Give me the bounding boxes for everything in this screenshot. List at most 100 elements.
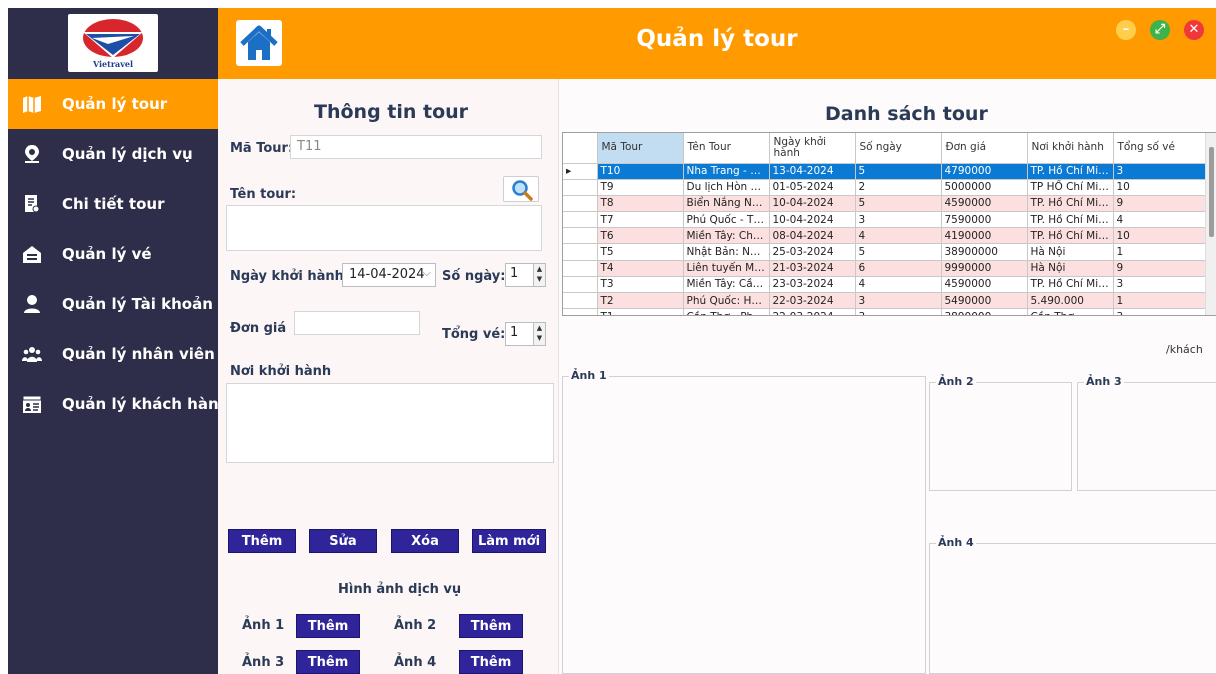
table-row[interactable]: T2Phú Quốc: Hòn T...22-03-2024354900005.…: [563, 292, 1206, 310]
don-gia-input[interactable]: [294, 311, 420, 335]
table-row[interactable]: T7Phú Quốc - Thiê...10-04-202437590000TP…: [563, 211, 1206, 229]
table-cell[interactable]: T5: [597, 243, 684, 261]
table-cell[interactable]: T3: [597, 276, 684, 294]
table-cell[interactable]: Miền Tây: Châu ...: [683, 227, 770, 245]
sidebar-item-chi-tiet-tour[interactable]: Chi tiết tour: [8, 179, 218, 229]
table-cell[interactable]: Biển Nắng Nha ...: [683, 195, 770, 213]
table-cell[interactable]: 4790000: [941, 163, 1028, 180]
column-header-ten-tour[interactable]: Tên Tour: [683, 133, 770, 164]
tour-table[interactable]: Mã Tour Tên Tour Ngày khởi hành Số ngày …: [562, 132, 1216, 316]
table-cell[interactable]: Liên tuyến Miền ...: [683, 260, 770, 277]
table-cell[interactable]: TP. Hồ Chí Minh: [1027, 163, 1114, 180]
column-header-noi-khoi-hanh[interactable]: Nơi khởi hành: [1027, 133, 1114, 164]
table-cell[interactable]: TP HỒ Chí Minh: [1027, 179, 1114, 196]
column-header-ma-tour[interactable]: Mã Tour: [597, 133, 684, 164]
table-cell[interactable]: 5: [855, 163, 942, 180]
table-cell[interactable]: 5490000: [941, 292, 1028, 310]
table-cell[interactable]: Phú Quốc - Thiê...: [683, 211, 770, 229]
table-cell[interactable]: Cần Thơ - Phú Q...: [683, 308, 770, 315]
ten-tour-input[interactable]: [226, 205, 542, 251]
add-image-4-button[interactable]: Thêm: [459, 650, 523, 674]
column-header-don-gia[interactable]: Đơn giá: [941, 133, 1028, 164]
table-cell[interactable]: 10-04-2024: [769, 195, 856, 213]
table-cell[interactable]: 2: [855, 179, 942, 196]
search-button[interactable]: [503, 176, 539, 202]
ngay-khoi-hanh-datepicker[interactable]: 14-04-2024 ⌵: [342, 263, 436, 287]
row-header[interactable]: [563, 195, 598, 213]
table-cell[interactable]: 5.490.000: [1027, 292, 1114, 310]
add-image-3-button[interactable]: Thêm: [296, 650, 360, 674]
add-image-2-button[interactable]: Thêm: [459, 614, 523, 638]
table-cell[interactable]: 10: [1113, 179, 1206, 196]
table-cell[interactable]: 9: [1113, 260, 1206, 277]
maximize-button[interactable]: ⤢: [1150, 20, 1170, 40]
table-row[interactable]: T5Nhật Bản: Nago...25-03-2024538900000Hà…: [563, 243, 1206, 261]
table-cell[interactable]: T6: [597, 227, 684, 245]
row-header[interactable]: [563, 243, 598, 261]
sidebar-item-quan-ly-tour[interactable]: Quản lý tour: [8, 79, 218, 129]
edit-button[interactable]: Sửa: [309, 529, 377, 553]
table-row[interactable]: T3Miền Tây: Cần Th...23-03-202444590000T…: [563, 276, 1206, 294]
row-header[interactable]: [563, 308, 598, 315]
noi-khoi-hanh-input[interactable]: [226, 383, 554, 463]
table-cell[interactable]: T2: [597, 292, 684, 310]
table-cell[interactable]: TP. Hồ Chí Minh: [1027, 227, 1114, 245]
table-cell[interactable]: 5: [855, 195, 942, 213]
refresh-button[interactable]: Làm mới: [472, 529, 546, 553]
delete-button[interactable]: Xóa: [391, 529, 459, 553]
column-header-so-ngay[interactable]: Số ngày: [855, 133, 942, 164]
table-cell[interactable]: TP. Hồ Chí Minh: [1027, 211, 1114, 229]
tong-ve-stepper[interactable]: 1 ▲ ▼: [505, 322, 546, 346]
row-header[interactable]: [563, 292, 598, 310]
row-header[interactable]: [563, 227, 598, 245]
table-cell[interactable]: 4: [855, 276, 942, 294]
table-cell[interactable]: 13-04-2024: [769, 163, 856, 180]
table-cell[interactable]: 4590000: [941, 195, 1028, 213]
table-cell[interactable]: 3890000: [941, 308, 1028, 315]
table-cell[interactable]: 9: [1113, 195, 1206, 213]
sidebar-item-quan-ly-nhan-vien[interactable]: Quản lý nhân viên: [8, 329, 218, 379]
table-cell[interactable]: 3: [1113, 276, 1206, 294]
table-cell[interactable]: 4: [1113, 211, 1206, 229]
table-cell[interactable]: 38900000: [941, 243, 1028, 261]
table-row[interactable]: T4Liên tuyến Miền ...21-03-202469990000H…: [563, 260, 1206, 277]
minimize-button[interactable]: –: [1116, 20, 1136, 40]
table-row[interactable]: T8Biển Nắng Nha ...10-04-202454590000TP.…: [563, 195, 1206, 213]
table-cell[interactable]: Phú Quốc: Hòn T...: [683, 292, 770, 310]
table-cell[interactable]: 5: [855, 243, 942, 261]
column-header-ngay-khoi-hanh[interactable]: Ngày khởi hành: [769, 133, 856, 164]
table-cell[interactable]: Hà Nội: [1027, 243, 1114, 261]
table-cell[interactable]: 9990000: [941, 260, 1028, 277]
row-header[interactable]: [563, 179, 598, 196]
table-cell[interactable]: Miền Tây: Cần Th...: [683, 276, 770, 294]
table-cell[interactable]: 3: [855, 211, 942, 229]
table-cell[interactable]: 6: [855, 260, 942, 277]
table-cell[interactable]: T10: [597, 163, 684, 180]
table-cell[interactable]: 3: [1113, 163, 1206, 180]
table-cell[interactable]: 4590000: [941, 276, 1028, 294]
table-cell[interactable]: T8: [597, 195, 684, 213]
table-row[interactable]: T6Miền Tây: Châu ...08-04-202444190000TP…: [563, 227, 1206, 245]
ma-tour-input[interactable]: T11: [290, 135, 542, 159]
column-header-tong-so-ve[interactable]: Tổng số vé: [1113, 133, 1206, 164]
table-cell[interactable]: 25-03-2024: [769, 243, 856, 261]
table-cell[interactable]: 1: [1113, 243, 1206, 261]
add-image-1-button[interactable]: Thêm: [296, 614, 360, 638]
table-cell[interactable]: 4190000: [941, 227, 1028, 245]
close-button[interactable]: ✕: [1184, 20, 1204, 40]
row-header[interactable]: [563, 276, 598, 294]
sidebar-item-quan-ly-dich-vu[interactable]: Quản lý dịch vụ: [8, 129, 218, 179]
table-cell[interactable]: TP. Hồ Chí Minh: [1027, 276, 1114, 294]
table-cell[interactable]: TP. Hồ Chí Minh: [1027, 195, 1114, 213]
table-cell[interactable]: Hà Nội: [1027, 260, 1114, 277]
table-cell[interactable]: 23-03-2024: [769, 276, 856, 294]
table-cell[interactable]: T7: [597, 211, 684, 229]
table-cell[interactable]: Cần Thơ: [1027, 308, 1114, 315]
row-header[interactable]: ▸: [563, 163, 598, 180]
table-cell[interactable]: T9: [597, 179, 684, 196]
table-row[interactable]: T9 Du lịch Hòn Sơn 01-05-2024 2 5000000 TP HỒ…: [563, 179, 1206, 196]
table-cell[interactable]: T4: [597, 260, 684, 277]
add-button[interactable]: Thêm: [228, 529, 296, 553]
table-cell[interactable]: Nha Trang - Phú ...: [683, 163, 770, 180]
table-row[interactable]: T1Cần Thơ - Phú Q...22-03-202433890000Cầ…: [563, 308, 1206, 315]
